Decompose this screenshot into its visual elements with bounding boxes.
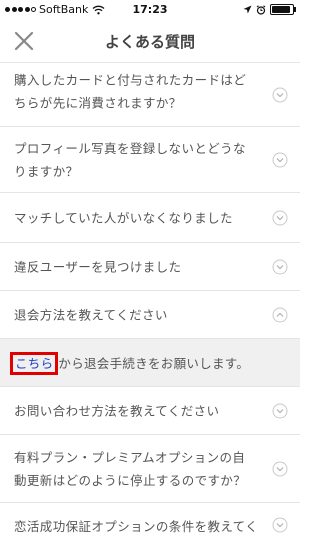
answer-text: こちら から退会手続きをお願いします。	[10, 352, 250, 375]
page-title: よくある質問	[104, 33, 195, 51]
chevron-down-icon[interactable]	[272, 152, 288, 168]
faq-question: お問い合わせ方法を教えてください	[14, 403, 220, 418]
faq-list: 購入したカードと付与されたカードはどちらが先に消費されますか？ プロフィール写真…	[0, 63, 300, 551]
faq-question: マッチしていた人がいなくなりました	[14, 210, 233, 225]
faq-item[interactable]: プロフィール写真を登録しないとどうなりますか？	[0, 127, 300, 193]
chevron-down-icon[interactable]	[272, 210, 288, 226]
faq-question: 有料プラン・プレミアムオプションの自動更新はどのように停止するのですか？	[14, 449, 247, 488]
navigation-bar: よくある質問	[0, 20, 300, 63]
faq-item[interactable]: お問い合わせ方法を教えてください	[0, 387, 300, 435]
faq-question: プロフィール写真を登録しないとどうなりますか？	[14, 140, 246, 179]
faq-item-expanded[interactable]: 退会方法を教えてください	[0, 291, 300, 339]
faq-item[interactable]: 購入したカードと付与されたカードはどちらが先に消費されますか？	[0, 63, 300, 127]
location-arrow-icon	[243, 5, 252, 14]
faq-item[interactable]: 違反ユーザーを見つけました	[0, 243, 300, 291]
alarm-clock-icon	[256, 4, 266, 15]
faq-question: 購入したカードと付与されたカードはどちらが先に消費されますか？	[14, 71, 247, 110]
faq-item[interactable]: マッチしていた人がいなくなりました	[0, 193, 300, 243]
chevron-down-icon[interactable]	[272, 259, 288, 275]
answer-body: から退会手続きをお願いします。	[58, 356, 250, 371]
status-right	[243, 4, 296, 15]
faq-question: 退会方法を教えてください	[14, 307, 168, 322]
battery-fill	[272, 6, 291, 13]
chevron-down-icon[interactable]	[272, 403, 288, 419]
faq-question: 違反ユーザーを見つけました	[14, 259, 182, 274]
chevron-down-icon[interactable]	[272, 517, 288, 533]
battery-icon	[270, 4, 296, 15]
chevron-down-icon[interactable]	[272, 461, 288, 477]
chevron-up-icon[interactable]	[272, 307, 288, 323]
withdraw-link[interactable]: こちら	[10, 352, 59, 375]
faq-question: 恋活成功保証オプションの条件を教えてく	[14, 519, 258, 534]
faq-item[interactable]: 恋活成功保証オプションの条件を教えてく	[0, 503, 300, 551]
status-bar: SoftBank 17:23	[0, 0, 300, 20]
faq-answer: こちら から退会手続きをお願いします。	[0, 339, 300, 387]
chevron-down-icon[interactable]	[272, 87, 288, 103]
faq-item[interactable]: 有料プラン・プレミアムオプションの自動更新はどのように停止するのですか？	[0, 435, 300, 503]
